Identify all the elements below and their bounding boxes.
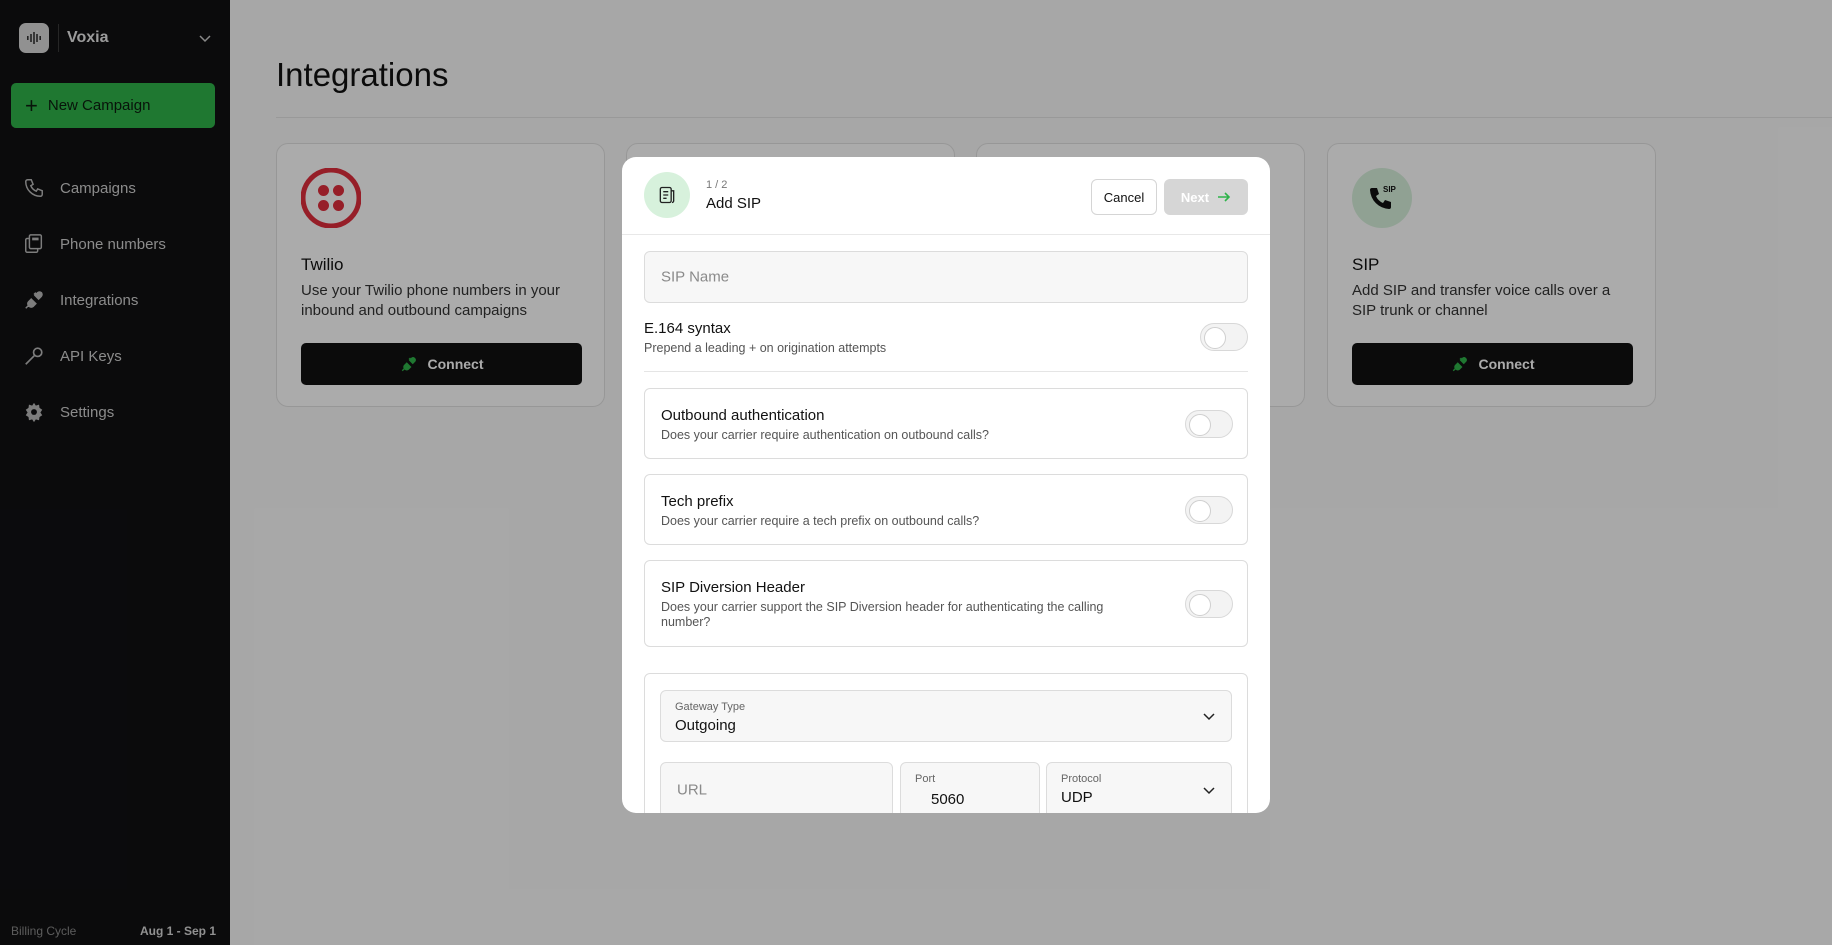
protocol-select[interactable]: Protocol UDP	[1046, 762, 1232, 813]
outbound-auth-row: Outbound authentication Does your carrie…	[644, 388, 1248, 459]
gateway-type-label: Gateway Type	[675, 701, 746, 713]
url-placeholder: URL	[677, 781, 708, 799]
gateway-type-value: Outgoing	[675, 717, 736, 734]
modal-header: 1 / 2 Add SIP Cancel Next	[622, 157, 1270, 235]
e164-row: E.164 syntax Prepend a leading + on orig…	[644, 320, 1248, 356]
outbound-auth-subtitle: Does your carrier require authentication…	[661, 428, 989, 442]
port-value: 5060	[931, 791, 965, 808]
cancel-button[interactable]: Cancel	[1091, 179, 1157, 215]
protocol-value: UDP	[1061, 789, 1093, 806]
port-input[interactable]: Port 5060	[900, 762, 1040, 813]
tech-prefix-row: Tech prefix Does your carrier require a …	[644, 474, 1248, 545]
chevron-down-icon	[1203, 713, 1215, 721]
modal-title: Add SIP	[706, 195, 762, 212]
next-button[interactable]: Next	[1164, 179, 1248, 215]
section-divider	[644, 371, 1248, 372]
url-input[interactable]: URL	[660, 762, 893, 813]
e164-toggle[interactable]	[1200, 323, 1248, 351]
tech-prefix-subtitle: Does your carrier require a tech prefix …	[661, 514, 980, 528]
protocol-label: Protocol	[1061, 773, 1102, 785]
sip-name-placeholder: SIP Name	[661, 268, 730, 286]
tech-prefix-title: Tech prefix	[661, 493, 734, 510]
diversion-header-title: SIP Diversion Header	[661, 579, 805, 596]
diversion-header-subtitle: Does your carrier support the SIP Divers…	[661, 600, 1104, 629]
e164-subtitle: Prepend a leading + on origination attem…	[644, 341, 887, 355]
tech-prefix-toggle[interactable]	[1185, 495, 1233, 524]
add-sip-modal: 1 / 2 Add SIP Cancel Next SIP Name E.164…	[622, 157, 1270, 813]
sip-name-input[interactable]: SIP Name	[644, 251, 1248, 303]
document-icon	[644, 172, 690, 218]
step-indicator: 1 / 2	[706, 179, 728, 191]
outbound-auth-title: Outbound authentication	[661, 407, 825, 424]
e164-title: E.164 syntax	[644, 320, 731, 337]
diversion-header-row: SIP Diversion Header Does your carrier s…	[644, 560, 1248, 647]
chevron-down-icon	[1203, 787, 1215, 795]
arrow-right-icon	[1218, 192, 1231, 202]
diversion-header-toggle[interactable]	[1185, 589, 1233, 618]
outbound-auth-toggle[interactable]	[1185, 409, 1233, 438]
gateway-section: Gateway Type Outgoing URL Port 5060 Prot…	[644, 673, 1248, 813]
gateway-type-select[interactable]: Gateway Type Outgoing	[660, 690, 1232, 742]
next-label: Next	[1180, 189, 1210, 205]
port-label: Port	[915, 773, 936, 785]
